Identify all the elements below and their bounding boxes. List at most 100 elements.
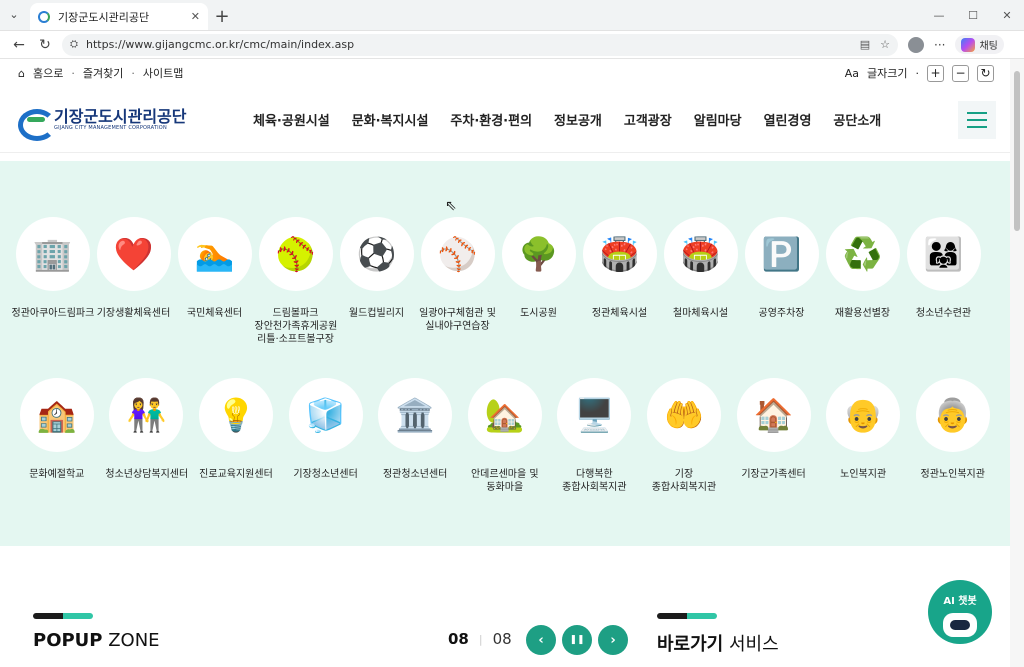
facility-label: 일광야구체험관 및 실내야구연습장 [419,308,496,332]
facility-item[interactable]: 🏢 정관아쿠아드림파크 [11,217,95,346]
scrollbar-thumb[interactable] [1014,71,1020,231]
facility-item[interactable]: 🏫 문화예절학교 [12,378,102,494]
page-scrollbar[interactable] [1010,59,1024,667]
logo-mark-icon [18,107,56,141]
facility-label: 정관체육시설 [591,308,648,319]
facility-item[interactable]: 🏡 안데르센마을 및 동화마을 [460,378,550,494]
font-decrease-button[interactable]: − [952,64,969,82]
hamburger-line [967,125,987,128]
divider-dot: · [131,66,135,80]
divider-dot: · [915,66,920,80]
profile-avatar[interactable] [908,36,924,53]
chatbot-label: AI 챗봇 [943,596,977,607]
parking-icon: 🅿️ [744,217,819,291]
facility-item[interactable]: 👵 정관노인복지관 [908,378,998,494]
facility-label: 정관청소년센터 [382,469,448,480]
nav-open-management[interactable]: 열린경영 [753,110,823,129]
shortcut-service-title: 바로가기 서비스 [657,634,779,655]
hamburger-menu-button[interactable] [958,100,996,139]
facility-item[interactable]: 🏠 기장군가족센터 [729,378,819,494]
facility-item[interactable]: 💡 진로교육지원센터 [191,378,281,494]
divider-dot: · [71,66,75,80]
facility-item[interactable]: 👨‍👩‍👧 청소년수련관 [903,217,984,346]
facility-item[interactable]: 👫 청소년상담복지센터 [102,378,192,494]
favorites-link[interactable]: 즐겨찾기 [83,65,123,81]
address-bar[interactable]: ⛭ https://www.gijangcmc.or.kr/cmc/main/i… [62,33,898,56]
facility-item[interactable]: ♻️ 재활용선별장 [822,217,903,346]
sitemap-link[interactable]: 사이트맵 [143,65,183,81]
facility-label: 철마체육시설 [672,308,729,319]
facility-item[interactable]: 🖥️ 다행복한 종합사회복지관 [550,378,640,494]
close-window-button[interactable]: ✕ [990,0,1024,31]
logo-subtitle: GIJANG CITY MANAGEMENT CORPORATION [54,125,167,131]
popup-zone-title: POPUP ZONE [33,630,160,651]
facility-item[interactable]: 🥎 드림볼파크 장안천가족휴게공원 리틀·소프트볼구장 [255,217,337,346]
popup-pause-button[interactable]: ❚❚ [562,625,592,655]
logo-name: 기장군도시관리공단 [54,107,187,126]
facility-item[interactable]: ⚽ 월드컵빌리지 [336,217,417,346]
elderly-person-icon: 👵 [915,378,990,452]
facility-item[interactable]: 🌳 도시공원 [498,217,579,346]
building-icon: 🏢 [15,217,90,291]
home-heart-icon: 🏠 [736,378,811,452]
facility-label: 진로교육지원센터 [199,469,273,480]
facility-label: 기장청소년센터 [293,469,358,480]
facility-item[interactable]: 🏟️ 철마체육시설 [660,217,741,346]
more-menu-icon[interactable]: ··· [934,38,945,52]
nav-sports-parks[interactable]: 체육·공원시설 [242,110,341,129]
site-logo[interactable]: 기장군도시관리공단 GIJANG CITY MANAGEMENT CORPORA… [18,107,228,141]
nav-customer-plaza[interactable]: 고객광장 [613,110,683,129]
new-tab-button[interactable]: + [208,3,236,30]
site-header: 기장군도시관리공단 GIJANG CITY MANAGEMENT CORPORA… [0,87,1024,153]
facility-item[interactable]: 👴 노인복지관 [818,378,908,494]
robot-icon [943,613,977,637]
back-arrow-icon[interactable]: ← [6,33,32,57]
maximize-button[interactable]: ☐ [956,0,990,31]
nav-culture-welfare[interactable]: 문화·복지시설 [341,110,440,129]
facility-label: 재활용선별장 [834,308,891,319]
utility-bar: ⌂ 홈으로 · 즐겨찾기 · 사이트맵 Aa 글자크기 · + − ↻ [0,59,1024,87]
ai-chatbot-button[interactable]: AI 챗봇 [928,580,992,644]
pager-divider: | [478,632,483,646]
facility-label: 노인복지관 [840,469,887,480]
popup-current-page: 08 [448,630,469,648]
nav-about[interactable]: 공단소개 [822,110,892,129]
popup-next-button[interactable]: › [598,625,628,655]
tab-list-chevron-icon[interactable]: ⌄ [0,0,28,28]
reader-mode-icon[interactable]: ▤ [860,38,870,51]
facility-item[interactable]: 🧊 기장청소년센터 [281,378,371,494]
site-info-icon[interactable]: ⛭ [70,39,78,50]
copilot-chat-button[interactable]: 채팅 [955,35,1004,54]
font-increase-button[interactable]: + [927,64,944,82]
facility-item[interactable]: 🤲 기장 종합사회복지관 [639,378,729,494]
home-link[interactable]: 홈으로 [33,65,63,81]
facility-label: 정관아쿠아드림파크 [11,308,95,319]
facility-item[interactable]: 🏛️ 정관청소년센터 [370,378,460,494]
browser-tabbar: ⌄ 기장군도시관리공단 ✕ + — ☐ ✕ [0,0,1024,31]
refresh-icon[interactable]: ↻ [32,33,58,57]
favorite-star-icon[interactable]: ☆ [880,38,890,51]
swimming-pool-icon: 🏊 [177,217,252,291]
monitor-icon: 🖥️ [557,378,632,452]
facility-item[interactable]: ❤️ 기장생활체육센터 [93,217,174,346]
facility-item[interactable]: ⚾ 일광야구체험관 및 실내야구연습장 [417,217,498,346]
browser-toolbar: ← ↻ ⛭ https://www.gijangcmc.or.kr/cmc/ma… [0,31,1024,59]
close-tab-icon[interactable]: ✕ [191,10,200,23]
park-tree-icon: 🌳 [501,217,576,291]
url-text[interactable]: https://www.gijangcmc.or.kr/cmc/main/ind… [86,38,850,51]
font-reset-button[interactable]: ↻ [977,64,994,82]
counseling-icon: 👫 [109,378,184,452]
nav-parking-environment[interactable]: 주차·환경·편의 [439,110,543,129]
nav-info-disclosure[interactable]: 정보공개 [543,110,613,129]
facility-item[interactable]: 🏊 국민체육센터 [174,217,255,346]
minimize-button[interactable]: — [922,0,956,31]
browser-tab[interactable]: 기장군도시관리공단 ✕ [30,3,208,30]
facility-item[interactable]: 🏟️ 정관체육시설 [579,217,660,346]
nav-notices[interactable]: 알림마당 [683,110,753,129]
popup-prev-button[interactable]: ‹ [526,625,556,655]
facility-item[interactable]: 🅿️ 공영주차장 [741,217,822,346]
elderly-couple-icon: 👴 [826,378,901,452]
font-size-label: 글자크기 [867,67,908,80]
school-icon: 🏫 [19,378,94,452]
facility-label: 도시공원 [520,308,557,319]
